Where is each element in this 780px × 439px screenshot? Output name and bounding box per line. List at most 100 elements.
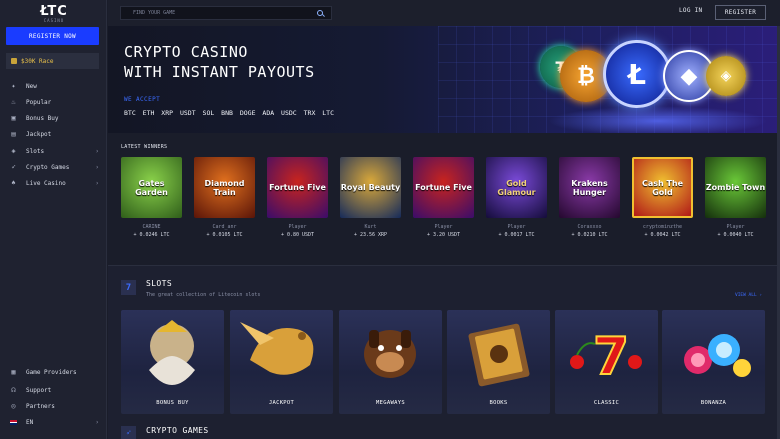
category-card-megaways[interactable]: MEGAWAYS <box>339 310 442 414</box>
category-card-bonanza[interactable]: BONANZA <box>662 310 765 414</box>
hero-glow-decoration <box>548 106 768 133</box>
view-all-label: VIEW ALL <box>735 293 757 298</box>
bnb-coin-icon: ◈ <box>706 56 746 96</box>
game-title: Zombie Town <box>705 183 766 192</box>
headset-icon: ☊ <box>11 386 16 394</box>
category-label: JACKPOT <box>268 400 295 406</box>
seven-icon: 7 <box>121 280 136 295</box>
category-label: BONANZA <box>700 400 727 406</box>
winner-card[interactable]: Fortune Five Player + 3.20 USDT <box>413 157 474 238</box>
winner-amount: + 0.0042 LTC <box>644 232 681 238</box>
winner-amount: + 0.0040 LTC <box>717 232 754 238</box>
winner-card[interactable]: Zombie Town Player + 0.0040 LTC <box>705 157 766 238</box>
sidebar-item-support[interactable]: ☊ Support <box>0 383 107 397</box>
hero-banner[interactable]: CRYPTO CASINO WITH INSTANT PAYOUTS WE AC… <box>108 26 780 133</box>
sidebar-item-game-providers[interactable]: ▦ Game Providers <box>0 365 107 379</box>
category-label: CLASSIC <box>593 400 620 406</box>
rocket-icon: ➶ <box>11 163 16 171</box>
winner-amount: + 0.0246 LTC <box>133 232 170 238</box>
game-thumbnail: Fortune Five <box>267 157 328 218</box>
winner-name: Player <box>507 224 526 230</box>
winner-card[interactable]: Gates Garden CARINE + 0.0246 LTC <box>121 157 182 238</box>
winner-name: cryptominzthe <box>642 224 683 230</box>
sidebar-item-label: Support <box>26 386 52 394</box>
chevron-right-icon: › <box>95 418 99 426</box>
hero-title-line2: WITH INSTANT PAYOUTS <box>124 63 315 81</box>
sidebar-item-slots[interactable]: ◈ Slots › <box>0 144 107 158</box>
register-now-button[interactable]: REGISTER NOW <box>6 27 99 45</box>
sidebar-item-partners[interactable]: ◎ Partners <box>0 399 107 413</box>
winner-amount: + 0.0210 LTC <box>571 232 608 238</box>
language-label: EN <box>26 418 34 426</box>
logo[interactable]: ŁTC CASINO <box>36 5 72 25</box>
sidebar-item-label: Partners <box>26 402 55 410</box>
winner-name: Card_anr <box>212 224 237 230</box>
winner-card[interactable]: Cash The Gold cryptominzthe + 0.0042 LTC <box>632 157 693 238</box>
sidebar-item-popular[interactable]: ♨ Popular <box>0 95 107 109</box>
winner-amount: + 0.80 USDT <box>280 232 315 238</box>
login-button[interactable]: LOG IN <box>679 7 702 14</box>
latest-winners-title: LATEST WINNERS <box>121 144 168 150</box>
winner-name: Kurt <box>364 224 377 230</box>
sidebar-item-live-casino[interactable]: ♠ Live Casino › <box>0 176 107 190</box>
game-title: Fortune Five <box>269 183 326 192</box>
logo-text: ŁTC <box>40 4 68 19</box>
section-title: SLOTS <box>146 279 173 288</box>
winner-name: Player <box>726 224 745 230</box>
game-thumbnail: Diamond Train <box>194 157 255 218</box>
sidebar-item-bonus-buy[interactable]: ▣ Bonus Buy <box>0 111 107 125</box>
sidebar-item-label: Bonus Buy <box>26 114 59 122</box>
bag-icon: ▣ <box>11 114 16 122</box>
pegasus-art <box>240 322 314 375</box>
we-accept-label: WE ACCEPT <box>124 96 161 103</box>
dog-art <box>364 330 416 378</box>
hero-title: CRYPTO CASINO WITH INSTANT PAYOUTS <box>124 42 315 82</box>
search-icon[interactable] <box>317 10 323 16</box>
litecoin-coin-icon: Ł <box>603 40 671 108</box>
winner-card[interactable]: Krakens Hunger Coraxxxo + 0.0210 LTC <box>559 157 620 238</box>
game-title: Diamond Train <box>204 178 245 197</box>
app-root: ŁTC CASINO REGISTER NOW $30K Race ✦ New … <box>0 0 780 439</box>
winner-card[interactable]: Fortune Five Player + 0.80 USDT <box>267 157 328 238</box>
accepted-currencies: BTC ETH XRP USDT SOL BNB DOGE ADA USDC T… <box>124 109 335 117</box>
game-thumbnail: Krakens Hunger <box>559 157 620 218</box>
sidebar-item-label: New <box>26 82 37 90</box>
hero-title-line1: CRYPTO CASINO <box>124 43 248 61</box>
sidebar-item-jackpot[interactable]: ▤ Jackpot <box>0 127 107 141</box>
winner-name: Coraxxxo <box>577 224 602 230</box>
game-title: Cash The Gold <box>641 178 684 197</box>
language-selector[interactable]: EN › <box>0 415 107 429</box>
winner-amount: + 0.0017 LTC <box>498 232 535 238</box>
game-thumbnail: Zombie Town <box>705 157 766 218</box>
register-button[interactable]: REGISTER <box>715 5 766 20</box>
game-thumbnail: Cash The Gold <box>632 157 693 218</box>
winner-card[interactable]: Diamond Train Card_anr + 0.0105 LTC <box>194 157 255 238</box>
search-input[interactable]: FIND YOUR GAME <box>120 6 332 20</box>
category-card-jackpot[interactable]: JACKPOT <box>230 310 333 414</box>
sidebar-item-new[interactable]: ✦ New <box>0 79 107 93</box>
winner-amount: + 0.0105 LTC <box>206 232 243 238</box>
category-card-bonus-buy[interactable]: BONUS BUY <box>121 310 224 414</box>
winner-name: CARINE <box>142 224 161 230</box>
race-banner[interactable]: $30K Race <box>6 53 99 69</box>
category-card-books[interactable]: BOOKS <box>447 310 550 414</box>
winner-card[interactable]: Gold Glamour Player + 0.0017 LTC <box>486 157 547 238</box>
view-all-link[interactable]: VIEW ALL › <box>735 293 762 298</box>
flag-icon <box>10 419 17 425</box>
chest-icon: ▤ <box>11 130 16 138</box>
winner-name: Player <box>288 224 307 230</box>
game-thumbnail: Gates Garden <box>121 157 182 218</box>
category-label: BONUS BUY <box>156 400 189 406</box>
sidebar-item-label: Slots <box>26 147 45 155</box>
sidebar-item-label: Popular <box>26 98 52 106</box>
game-thumbnail: Royal Beauty <box>340 157 401 218</box>
race-label: $30K Race <box>21 57 54 65</box>
category-card-classic[interactable]: 7 CLASSIC <box>555 310 658 414</box>
sidebar-item-crypto-games[interactable]: ➶ Crypto Games › <box>0 160 107 174</box>
game-title: Krakens Hunger <box>571 178 608 197</box>
svg-text:7: 7 <box>593 327 629 387</box>
winner-card[interactable]: Royal Beauty Kurt + 23.56 XRP <box>340 157 401 238</box>
sidebar: ŁTC CASINO REGISTER NOW $30K Race ✦ New … <box>0 0 107 439</box>
chevron-right-icon: › <box>95 163 99 171</box>
game-title: Fortune Five <box>415 183 472 192</box>
